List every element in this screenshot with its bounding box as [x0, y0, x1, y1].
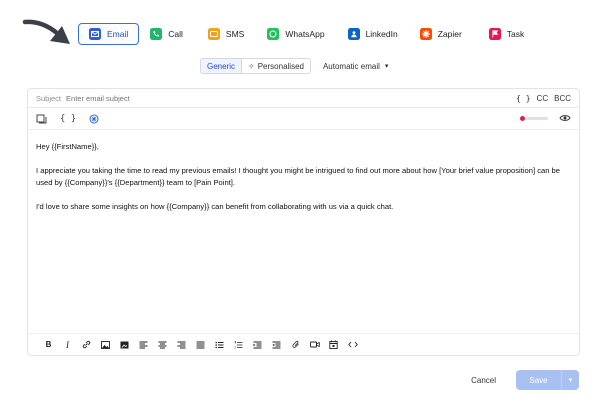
tab-email[interactable]: Email — [78, 23, 140, 45]
video-icon[interactable] — [305, 341, 324, 348]
sparkle-icon: ✧ — [248, 61, 255, 71]
formatting-toolbar: B I 2 — [28, 333, 579, 355]
generic-option[interactable]: Generic — [201, 59, 243, 73]
channel-tabs: Email Call SMS WhatsApp LinkedIn Zapier — [78, 23, 524, 45]
code-icon[interactable] — [343, 341, 362, 348]
svg-text:2: 2 — [234, 345, 236, 349]
tab-linkedin[interactable]: LinkedIn — [347, 23, 398, 45]
tab-sms[interactable]: SMS — [207, 23, 245, 45]
personalised-option[interactable]: ✧ Personalised — [242, 59, 310, 73]
linkedin-icon — [347, 28, 360, 40]
automatic-email-dropdown[interactable]: Automatic email ▾ — [323, 62, 388, 71]
spam-score-meter — [520, 116, 548, 121]
subject-input[interactable] — [66, 93, 517, 103]
whatsapp-icon — [267, 28, 280, 40]
outdent-icon[interactable] — [267, 341, 286, 349]
editor-toolbar: { } — [28, 108, 579, 130]
zapier-icon — [419, 28, 432, 40]
personalised-label: Personalised — [257, 61, 304, 71]
tab-call[interactable]: Call — [150, 23, 183, 45]
attachment-icon[interactable] — [286, 340, 305, 349]
tab-whatsapp[interactable]: WhatsApp — [267, 23, 325, 45]
sms-icon — [207, 28, 220, 40]
image-icon[interactable] — [96, 340, 115, 349]
email-body[interactable]: Hey {{FirstName}}, I appreciate you taki… — [28, 130, 579, 213]
tab-zapier[interactable]: Zapier — [419, 23, 462, 45]
align-right-icon[interactable] — [172, 341, 191, 349]
tab-sms-label: SMS — [225, 29, 245, 39]
tab-linkedin-label: LinkedIn — [365, 29, 398, 39]
bcc-button[interactable]: BCC — [554, 94, 571, 103]
chevron-down-icon: ▾ — [384, 63, 389, 70]
italic-button[interactable]: I — [58, 340, 77, 350]
mode-selector: Generic ✧ Personalised Automatic email ▾ — [200, 58, 388, 74]
save-options-chevron-icon[interactable]: ▾ — [561, 370, 579, 390]
flag-icon — [488, 28, 501, 40]
body-greeting: Hey {{FirstName}}, — [36, 142, 99, 151]
pointer-arrow-icon — [22, 19, 70, 44]
save-label: Save — [529, 375, 548, 385]
ai-assist-icon[interactable] — [89, 113, 99, 124]
align-left-icon[interactable] — [134, 341, 153, 349]
envelope-icon — [89, 28, 101, 40]
generic-personalised-toggle: Generic ✧ Personalised — [200, 58, 311, 74]
image-upload-icon[interactable] — [115, 341, 134, 349]
body-paragraph-1: I appreciate you taking the time to read… — [36, 166, 560, 187]
numbered-list-icon[interactable]: 2 — [229, 340, 248, 349]
tab-task-label: Task — [506, 29, 525, 39]
template-icon[interactable] — [36, 114, 47, 124]
bullet-list-icon[interactable] — [210, 341, 229, 349]
indent-icon[interactable] — [248, 341, 267, 349]
variables-button[interactable]: { } — [516, 94, 530, 103]
subject-label: Subject — [36, 93, 62, 103]
align-center-icon[interactable] — [153, 341, 172, 349]
score-bar — [526, 117, 548, 120]
cc-button[interactable]: CC — [537, 94, 549, 103]
automatic-email-label: Automatic email — [322, 61, 380, 71]
tab-whatsapp-label: WhatsApp — [285, 29, 325, 39]
subject-row: Subject { } CC BCC — [28, 89, 579, 108]
email-editor: Subject { } CC BCC { } Hey {{FirstName}}… — [27, 88, 580, 356]
tab-task[interactable]: Task — [488, 23, 525, 45]
tab-email-label: Email — [107, 29, 129, 39]
phone-icon — [150, 28, 163, 40]
preview-eye-icon[interactable] — [559, 114, 571, 124]
score-dot — [520, 116, 525, 121]
tab-call-label: Call — [168, 29, 183, 39]
footer-actions: Cancel Save ▾ — [471, 370, 579, 390]
link-icon[interactable] — [77, 340, 96, 349]
tab-zapier-label: Zapier — [437, 29, 462, 39]
calendar-icon[interactable] — [324, 340, 343, 349]
subject-options: { } CC BCC — [516, 94, 571, 103]
save-button[interactable]: Save ▾ — [516, 370, 579, 390]
insert-variable-button[interactable]: { } — [60, 114, 76, 124]
body-paragraph-2: I'd love to share some insights on how {… — [36, 202, 394, 211]
bold-button[interactable]: B — [39, 340, 58, 349]
cancel-button[interactable]: Cancel — [471, 376, 496, 385]
align-justify-icon[interactable] — [191, 341, 210, 349]
